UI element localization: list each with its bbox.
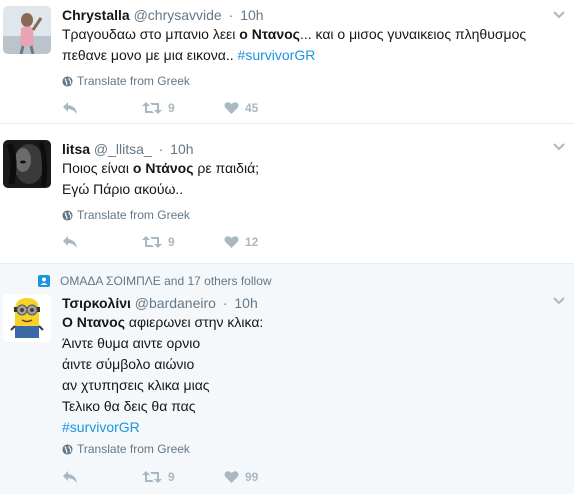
tweet-line: Ο Ντανος αφιερωνει στην κλικα: bbox=[62, 312, 263, 333]
text-segment: πεθανε μονο με μια εικονα.. bbox=[62, 47, 238, 63]
timestamp[interactable]: 10h bbox=[234, 295, 257, 311]
timestamp[interactable]: 10h bbox=[170, 141, 193, 157]
separator: · bbox=[158, 141, 164, 157]
username[interactable]: @bardaneiro bbox=[135, 295, 216, 311]
tweet-line: άιντε σύμβολο αιώνιο bbox=[62, 354, 263, 375]
text-segment: ρε παιδιά; bbox=[193, 160, 260, 176]
separator: · bbox=[222, 295, 228, 311]
tweet-line: αν χτυπησεις κλικα μιας bbox=[62, 375, 263, 396]
avatar[interactable] bbox=[3, 294, 51, 342]
avatar-photo bbox=[3, 294, 51, 342]
social-context[interactable]: ΟΜΑΔΑ ΣΟΙΜΠΛΕ and 17 others follow bbox=[38, 274, 272, 288]
mention-text: ο Ντάνος bbox=[132, 160, 194, 176]
translate-label[interactable]: Translate from Greek bbox=[77, 442, 190, 456]
text-segment: ... και ο μισος γυναικειος πληθυσμος bbox=[299, 26, 527, 42]
tweet-header: Τσιρκολίνι @bardaneiro · 10h bbox=[62, 294, 258, 312]
text-segment: Άιντε θυμα αιντε ορνιο bbox=[62, 335, 201, 351]
translate-label[interactable]: Translate from Greek bbox=[77, 208, 190, 222]
tweet-line: #survivorGR bbox=[62, 417, 263, 438]
text-segment: Ποιος είναι bbox=[62, 160, 133, 176]
text-segment: αφιερωνει στην κλικα: bbox=[124, 314, 264, 330]
like-button[interactable]: 45 bbox=[224, 101, 258, 115]
retweet-button[interactable]: 9 bbox=[142, 470, 175, 484]
hashtag-link[interactable]: #survivorGR bbox=[238, 47, 316, 63]
globe-icon bbox=[62, 209, 73, 221]
retweet-count: 9 bbox=[168, 470, 175, 484]
retweet-icon bbox=[142, 236, 162, 248]
tweet[interactable]: litsa @_llitsa_ · 10h Ποιος είναι ο Ντάν… bbox=[0, 124, 574, 264]
tweet-line: Εγώ Πάριο ακούω.. bbox=[62, 179, 259, 200]
mention-text: ο Ντανος bbox=[239, 26, 300, 42]
tweet[interactable]: ΟΜΑΔΑ ΣΟΙΜΠΛΕ and 17 others follow Τσιρκ… bbox=[0, 264, 574, 494]
reply-button[interactable] bbox=[62, 470, 78, 484]
like-count: 45 bbox=[245, 101, 259, 115]
retweet-icon bbox=[142, 102, 162, 114]
reply-icon bbox=[63, 236, 77, 248]
person-icon bbox=[38, 275, 50, 287]
translate-link[interactable]: Translate from Greek bbox=[62, 74, 190, 88]
separator: · bbox=[228, 7, 234, 23]
avatar[interactable] bbox=[3, 140, 51, 188]
chevron-down-icon[interactable] bbox=[552, 10, 566, 20]
text-segment: Τελικο θα δεις θα πας bbox=[62, 398, 196, 414]
tweet-line: πεθανε μονο με μια εικονα.. #survivorGR bbox=[62, 45, 526, 66]
text-segment: Τραγουδαω στο μπανιο λεει bbox=[62, 26, 240, 42]
timestamp[interactable]: 10h bbox=[240, 7, 263, 23]
like-count: 99 bbox=[245, 470, 259, 484]
like-button[interactable]: 99 bbox=[224, 470, 258, 484]
username[interactable]: @_llitsa_ bbox=[94, 141, 152, 157]
tweet[interactable]: Chrystalla @chrysavvide · 10h Τραγουδαω … bbox=[0, 0, 574, 124]
mention-text: Ο Ντανος bbox=[62, 314, 125, 330]
reply-button[interactable] bbox=[62, 235, 78, 249]
globe-icon bbox=[62, 75, 73, 87]
like-count: 12 bbox=[245, 235, 259, 249]
avatar-photo bbox=[3, 6, 51, 54]
chevron-down-icon[interactable] bbox=[552, 296, 566, 306]
translate-label[interactable]: Translate from Greek bbox=[77, 74, 190, 88]
retweet-count: 9 bbox=[168, 235, 175, 249]
tweet-line: Άιντε θυμα αιντε ορνιο bbox=[62, 333, 263, 354]
globe-icon bbox=[62, 443, 73, 455]
heart-icon bbox=[224, 102, 239, 114]
retweet-icon bbox=[142, 471, 162, 483]
tweet-text: Ποιος είναι ο Ντάνος ρε παιδιά; Εγώ Πάρι… bbox=[62, 158, 259, 200]
text-segment: αν χτυπησεις κλικα μιας bbox=[62, 377, 210, 393]
reply-icon bbox=[63, 102, 77, 114]
display-name[interactable]: Τσιρκολίνι bbox=[62, 295, 131, 311]
reply-icon bbox=[63, 471, 77, 483]
tweet-text: Τραγουδαω στο μπανιο λεει ο Ντανος... κα… bbox=[62, 24, 526, 66]
translate-link[interactable]: Translate from Greek bbox=[62, 208, 190, 222]
tweet-line: Ποιος είναι ο Ντάνος ρε παιδιά; bbox=[62, 158, 259, 179]
retweet-count: 9 bbox=[168, 101, 175, 115]
heart-icon bbox=[224, 471, 239, 483]
display-name[interactable]: Chrystalla bbox=[62, 7, 130, 23]
reply-button[interactable] bbox=[62, 101, 78, 115]
avatar-photo bbox=[3, 140, 51, 188]
retweet-button[interactable]: 9 bbox=[142, 101, 175, 115]
social-context-text[interactable]: ΟΜΑΔΑ ΣΟΙΜΠΛΕ and 17 others follow bbox=[60, 274, 272, 288]
heart-icon bbox=[224, 236, 239, 248]
retweet-button[interactable]: 9 bbox=[142, 235, 175, 249]
username[interactable]: @chrysavvide bbox=[134, 7, 222, 23]
hashtag-link[interactable]: #survivorGR bbox=[62, 419, 140, 435]
translate-link[interactable]: Translate from Greek bbox=[62, 442, 190, 456]
chevron-down-icon[interactable] bbox=[552, 142, 566, 152]
display-name[interactable]: litsa bbox=[62, 141, 90, 157]
tweet-text: Ο Ντανος αφιερωνει στην κλικα: Άιντε θυμ… bbox=[62, 312, 263, 438]
tweet-line: Τραγουδαω στο μπανιο λεει ο Ντανος... κα… bbox=[62, 24, 526, 45]
tweet-header: litsa @_llitsa_ · 10h bbox=[62, 140, 194, 158]
tweet-line: Τελικο θα δεις θα πας bbox=[62, 396, 263, 417]
like-button[interactable]: 12 bbox=[224, 235, 258, 249]
text-segment: άιντε σύμβολο αιώνιο bbox=[62, 356, 195, 372]
avatar[interactable] bbox=[3, 6, 51, 54]
text-segment: Εγώ Πάριο ακούω.. bbox=[62, 181, 184, 197]
tweet-header: Chrystalla @chrysavvide · 10h bbox=[62, 6, 264, 24]
